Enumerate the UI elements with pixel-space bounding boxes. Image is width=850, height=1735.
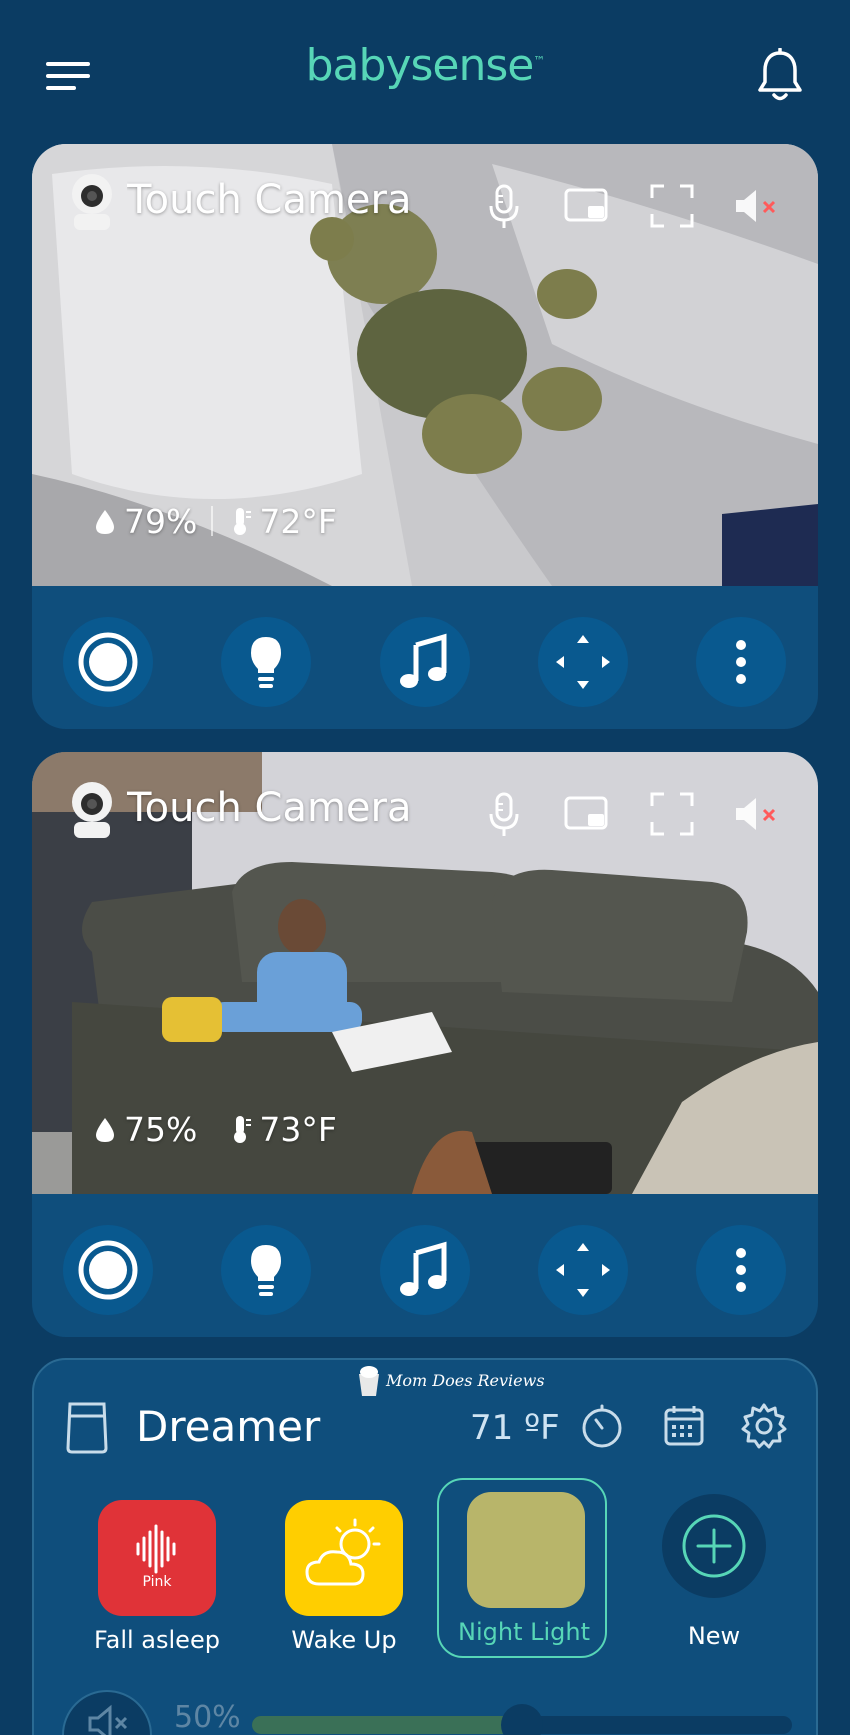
microphone-icon[interactable] bbox=[480, 790, 528, 838]
record-icon bbox=[78, 632, 138, 692]
humidity-icon bbox=[96, 510, 114, 534]
microphone-icon[interactable] bbox=[480, 182, 528, 230]
app-logo: babysense™ bbox=[305, 40, 546, 91]
camera-feed[interactable]: Touch Camera bbox=[32, 752, 818, 1194]
preset-tile bbox=[467, 1492, 585, 1608]
camera-header: Touch Camera bbox=[32, 144, 818, 264]
preset-tile bbox=[285, 1500, 403, 1616]
camera-card: Touch Camera bbox=[32, 144, 818, 729]
speaker-icon bbox=[88, 1704, 128, 1735]
speaker-muted-icon[interactable] bbox=[732, 790, 780, 838]
add-preset-button[interactable] bbox=[662, 1494, 766, 1598]
light-bulb-icon bbox=[251, 637, 281, 688]
dreamer-temperature: 71 ºF bbox=[470, 1408, 560, 1448]
speaker-muted-icon[interactable] bbox=[732, 182, 780, 230]
camera-name: Touch Camera bbox=[127, 177, 412, 223]
record-icon bbox=[78, 1240, 138, 1300]
humidity-icon bbox=[96, 1118, 114, 1142]
camera-card: Touch Camera bbox=[32, 752, 818, 1337]
pan-tilt-button[interactable] bbox=[538, 617, 628, 707]
preset-night-light[interactable]: Night Light bbox=[437, 1478, 607, 1658]
night-light-button[interactable] bbox=[221, 617, 311, 707]
more-options-button[interactable] bbox=[696, 1225, 786, 1315]
preset-label: Fall asleep bbox=[94, 1626, 220, 1654]
temperature-value: 72°F bbox=[259, 501, 337, 541]
record-button[interactable] bbox=[63, 617, 153, 707]
night-light-button[interactable] bbox=[221, 1225, 311, 1315]
volume-slider-knob[interactable] bbox=[501, 1704, 543, 1735]
cup-icon bbox=[359, 1366, 379, 1396]
plus-icon bbox=[682, 1514, 746, 1578]
thermometer-icon bbox=[234, 1116, 252, 1143]
divider bbox=[211, 506, 214, 536]
more-icon bbox=[736, 1248, 746, 1292]
music-icon bbox=[400, 1241, 447, 1296]
watermark: Mom Does Reviews bbox=[356, 1360, 545, 1400]
top-bar: babysense™ bbox=[0, 0, 850, 140]
timer-icon[interactable] bbox=[578, 1402, 626, 1450]
thermometer-icon bbox=[234, 508, 252, 535]
camera-controls bbox=[32, 1194, 818, 1337]
humidity-value: 75% bbox=[124, 1109, 198, 1149]
preset-tile: Pink bbox=[98, 1500, 216, 1616]
volume-slider-fill bbox=[252, 1716, 522, 1734]
camera-controls bbox=[32, 586, 818, 729]
fullscreen-icon[interactable] bbox=[648, 790, 696, 838]
sun-cloud-icon bbox=[305, 1518, 381, 1586]
dreamer-device-icon bbox=[66, 1402, 108, 1454]
pan-tilt-icon bbox=[556, 1243, 610, 1297]
preset-label: Night Light bbox=[458, 1618, 590, 1646]
preset-wake-up[interactable]: Wake Up bbox=[259, 1488, 429, 1668]
light-bulb-icon bbox=[251, 1245, 281, 1296]
record-button[interactable] bbox=[63, 1225, 153, 1315]
environment-stats: 75% 73°F bbox=[92, 1104, 337, 1154]
camera-device-icon bbox=[72, 174, 112, 230]
camera-feed[interactable]: Touch Camera bbox=[32, 144, 818, 586]
picture-in-picture-icon[interactable] bbox=[562, 790, 610, 838]
pan-tilt-button[interactable] bbox=[538, 1225, 628, 1315]
volume-mute-button[interactable] bbox=[62, 1690, 152, 1735]
preset-sound-tag: Pink bbox=[142, 1574, 172, 1590]
camera-name: Touch Camera bbox=[127, 785, 412, 831]
pan-tilt-icon bbox=[556, 635, 610, 689]
add-preset-label: New bbox=[687, 1622, 741, 1650]
temperature-value: 73°F bbox=[259, 1109, 337, 1149]
humidity-value: 79% bbox=[124, 501, 198, 541]
more-icon bbox=[736, 640, 746, 684]
camera-device-icon bbox=[72, 782, 112, 838]
watermark-text: Mom Does Reviews bbox=[386, 1370, 545, 1390]
fullscreen-icon[interactable] bbox=[648, 182, 696, 230]
bell-icon[interactable] bbox=[755, 48, 805, 104]
environment-stats: 79% 72°F bbox=[92, 496, 337, 546]
picture-in-picture-icon[interactable] bbox=[562, 182, 610, 230]
volume-row: 50% bbox=[62, 1690, 792, 1735]
dreamer-card: Mom Does Reviews Dreamer 71 ºF Pink Fall… bbox=[32, 1358, 818, 1735]
music-icon bbox=[400, 633, 447, 688]
dreamer-title: Dreamer bbox=[136, 1402, 321, 1451]
music-button[interactable] bbox=[380, 1225, 470, 1315]
more-options-button[interactable] bbox=[696, 617, 786, 707]
settings-gear-icon[interactable] bbox=[740, 1402, 788, 1450]
volume-value: 50% bbox=[174, 1700, 241, 1735]
preset-fall-asleep[interactable]: Pink Fall asleep bbox=[72, 1488, 242, 1668]
music-button[interactable] bbox=[380, 617, 470, 707]
camera-header: Touch Camera bbox=[32, 752, 818, 872]
calendar-icon[interactable] bbox=[660, 1402, 708, 1450]
preset-label: Wake Up bbox=[291, 1626, 397, 1654]
